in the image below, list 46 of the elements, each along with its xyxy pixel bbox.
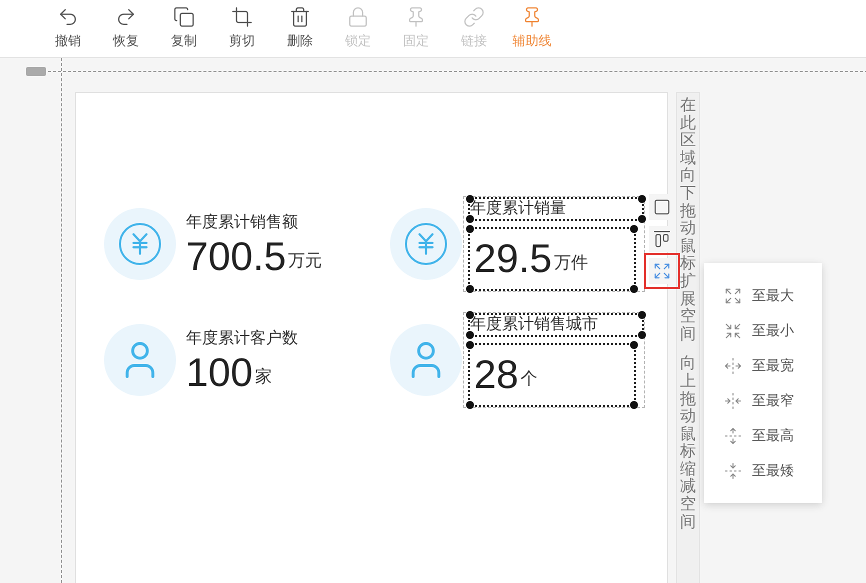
resize-handle[interactable] <box>466 285 474 293</box>
expand-icon <box>653 262 671 280</box>
toolbar-button[interactable]: 复制 <box>156 6 212 51</box>
stat-value: 29.5 <box>474 239 552 279</box>
resize-handle[interactable] <box>630 401 638 409</box>
menu-item[interactable]: 至最小 <box>704 320 822 341</box>
widen-icon <box>724 356 742 374</box>
menu-item[interactable]: 至最窄 <box>704 390 822 411</box>
toolbar-button[interactable]: 撤销 <box>40 6 96 51</box>
toolbar-button[interactable]: 恢复 <box>98 6 154 51</box>
stat-unit: 个 <box>520 368 538 390</box>
crop-icon <box>231 6 253 28</box>
copy-icon <box>173 6 195 28</box>
ruler-tag-icon <box>26 67 46 76</box>
stat-title: 年度累计客户数 <box>186 330 298 347</box>
shrink-icon <box>724 322 742 340</box>
align-icon <box>653 230 671 248</box>
stat-title: 年度累计销售城市 <box>470 314 598 335</box>
resize-handle[interactable] <box>466 401 474 409</box>
lock-icon <box>347 6 369 28</box>
stat-title: 年度累计销售额 <box>186 214 298 231</box>
stat-title: 年度累计销量 <box>470 198 566 219</box>
resize-handle[interactable] <box>638 311 646 319</box>
toolbar-button[interactable]: 剪切 <box>214 6 270 51</box>
drag-hint-text: 向上拖动鼠标缩减空间 <box>680 355 696 532</box>
stat-value: 100 <box>186 353 253 393</box>
trash-icon <box>289 6 311 28</box>
link-icon <box>463 6 485 28</box>
menu-item[interactable]: 至最大 <box>704 285 822 306</box>
square-icon <box>653 198 671 216</box>
menu-item[interactable]: 至最矮 <box>704 460 822 481</box>
heighten-icon <box>724 426 742 444</box>
resize-handle[interactable] <box>630 285 638 293</box>
stat-unit: 万元 <box>288 250 322 272</box>
toolbar-button[interactable]: 删除 <box>272 6 328 51</box>
stat-value: 700.5 <box>186 237 286 277</box>
expand-icon <box>724 286 742 304</box>
stat-value: 28 <box>474 355 518 395</box>
shorten-icon <box>724 462 742 480</box>
drag-hint-text: 在此区域向下拖动鼠标扩展空间 <box>680 97 696 344</box>
menu-item[interactable]: 至最高 <box>704 425 822 446</box>
stat-unit: 万件 <box>554 252 588 274</box>
menu-item[interactable]: 至最宽 <box>704 355 822 376</box>
stat-unit: 家 <box>254 366 272 388</box>
narrow-icon <box>724 392 742 410</box>
resize-handle[interactable] <box>638 195 646 203</box>
